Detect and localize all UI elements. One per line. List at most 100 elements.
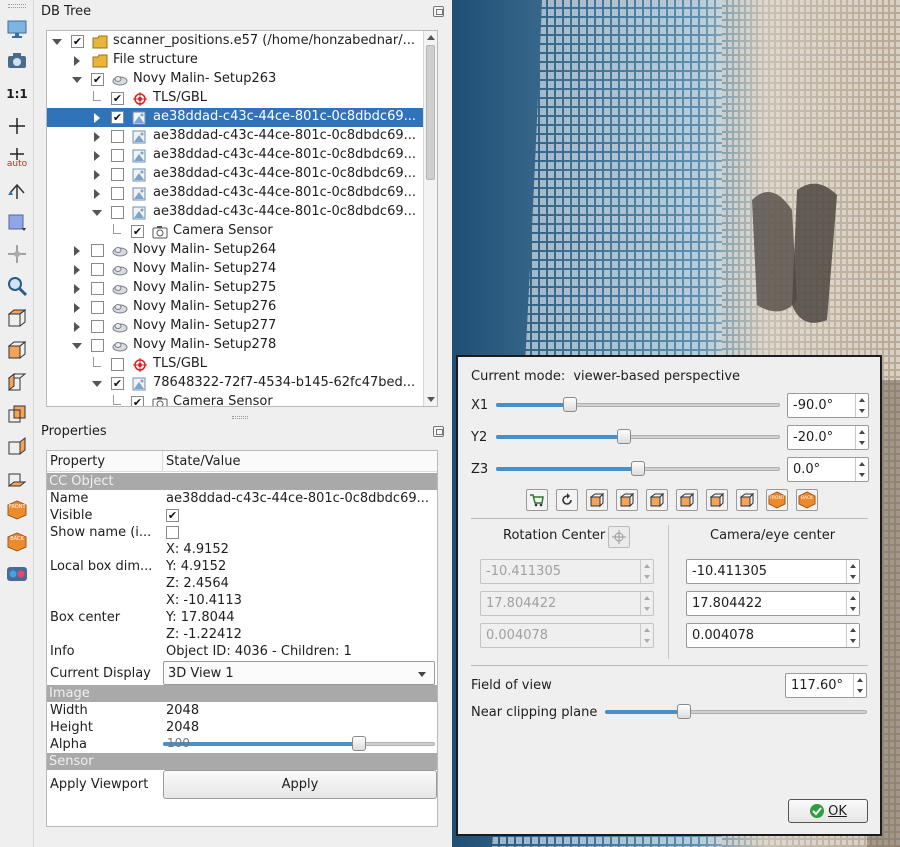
tree-item-checkbox[interactable]: ✔: [111, 92, 124, 105]
splitter-handle[interactable]: [232, 416, 248, 419]
tree-item[interactable]: ✔ 78648322-72f7-4534-b145-62fc47bed...: [47, 374, 423, 393]
camera-center-y[interactable]: 17.804422: [686, 591, 860, 616]
tree-item[interactable]: Novy Malin- Setup264: [47, 241, 423, 260]
tree-item-checkbox[interactable]: [111, 358, 124, 371]
cart-icon[interactable]: [526, 489, 548, 511]
zoom-icon[interactable]: [5, 274, 29, 298]
current-display-select[interactable]: 3D View 1: [163, 661, 435, 685]
alpha-handle[interactable]: [351, 736, 366, 751]
translate-icon[interactable]: [5, 242, 29, 266]
tree-item-checkbox[interactable]: [91, 282, 104, 295]
db-tree-scrollbar[interactable]: [423, 31, 437, 406]
y2-spinbox[interactable]: -20.0°: [787, 425, 869, 450]
cam-x-spin-arrows[interactable]: [846, 560, 859, 583]
view-back-icon[interactable]: [676, 489, 698, 511]
display-icon[interactable]: [5, 17, 29, 41]
ok-button[interactable]: OK: [788, 799, 868, 823]
tree-item-checkbox[interactable]: [111, 130, 124, 143]
visible-checkbox[interactable]: ✔: [166, 509, 179, 522]
z3-spin-arrows[interactable]: [855, 458, 868, 481]
tree-item-checkbox[interactable]: [111, 149, 124, 162]
view-front-icon[interactable]: [616, 489, 638, 511]
tree-item[interactable]: Novy Malin- Setup275: [47, 279, 423, 298]
tree-item[interactable]: ✔ Camera Sensor: [47, 393, 423, 406]
db-tree[interactable]: ✔ scanner_positions.e57 (/home/honzabedna…: [46, 30, 438, 407]
scroll-up-arrow-icon[interactable]: [427, 35, 435, 40]
rotate-icon[interactable]: [5, 178, 29, 202]
tree-item[interactable]: ae38ddad-c43c-44ce-801c-0c8dbdc69...: [47, 184, 423, 203]
tree-item-checkbox[interactable]: ✔: [131, 396, 144, 406]
db-tree-float-button[interactable]: [433, 6, 444, 17]
tree-item[interactable]: Novy Malin- Setup276: [47, 298, 423, 317]
view-front-icon[interactable]: [5, 338, 29, 362]
tree-item-checkbox[interactable]: [111, 168, 124, 181]
fov-spin-arrows[interactable]: [853, 674, 866, 697]
view-bottom-icon[interactable]: [5, 466, 29, 490]
tree-item-checkbox[interactable]: ✔: [111, 111, 124, 124]
apply-button[interactable]: Apply: [163, 770, 437, 799]
view-left-icon[interactable]: [646, 489, 668, 511]
view-back-icon[interactable]: [5, 402, 29, 426]
reset-icon[interactable]: [556, 489, 578, 511]
expand-right-icon[interactable]: [91, 112, 103, 124]
one-to-one-icon[interactable]: 1:1: [5, 82, 29, 106]
x1-slider[interactable]: [496, 397, 780, 413]
tree-item[interactable]: Novy Malin- Setup278: [47, 336, 423, 355]
expand-down-icon[interactable]: [91, 207, 103, 219]
view-front-iso-icon[interactable]: FRONT: [5, 498, 29, 522]
view-right-icon[interactable]: [5, 434, 29, 458]
tree-item[interactable]: ae38ddad-c43c-44ce-801c-0c8dbdc69...: [47, 127, 423, 146]
expand-right-icon[interactable]: [91, 169, 103, 181]
toolbar-grip[interactable]: [8, 4, 26, 8]
tree-item[interactable]: ✔ ae38ddad-c43c-44ce-801c-0c8dbdc69...: [47, 108, 423, 127]
tree-item[interactable]: ✔ Camera Sensor: [47, 222, 423, 241]
x1-handle[interactable]: [562, 397, 577, 412]
tree-item[interactable]: ae38ddad-c43c-44ce-801c-0c8dbdc69...: [47, 203, 423, 222]
expand-down-icon[interactable]: [71, 74, 83, 86]
show-name-checkbox[interactable]: [166, 526, 179, 539]
scroll-down-arrow-icon[interactable]: [427, 397, 435, 402]
tree-item-checkbox[interactable]: [111, 206, 124, 219]
tree-item-checkbox[interactable]: [91, 263, 104, 276]
camera-center-x[interactable]: -10.411305: [686, 559, 860, 584]
expand-right-icon[interactable]: [71, 321, 83, 333]
perspective-icon[interactable]: [5, 210, 29, 234]
tree-item[interactable]: ae38ddad-c43c-44ce-801c-0c8dbdc69...: [47, 165, 423, 184]
view-front-iso-icon[interactable]: FRONT: [766, 489, 788, 511]
z3-handle[interactable]: [631, 461, 645, 476]
expand-right-icon[interactable]: [71, 55, 83, 67]
y2-slider[interactable]: [496, 429, 780, 445]
property-column-header[interactable]: Property: [47, 451, 163, 471]
tree-item[interactable]: File structure: [47, 51, 423, 70]
expand-right-icon[interactable]: [71, 283, 83, 295]
tree-item[interactable]: ae38ddad-c43c-44ce-801c-0c8dbdc69...: [47, 146, 423, 165]
value-column-header[interactable]: State/Value: [163, 451, 437, 471]
tree-item-checkbox[interactable]: [91, 301, 104, 314]
view-left-icon[interactable]: [5, 370, 29, 394]
tree-item-checkbox[interactable]: ✔: [131, 225, 144, 238]
tree-item-checkbox[interactable]: ✔: [111, 377, 124, 390]
expand-right-icon[interactable]: [91, 150, 103, 162]
view-back-iso-icon[interactable]: BACK: [796, 489, 818, 511]
tree-item[interactable]: ✔ Novy Malin- Setup263: [47, 70, 423, 89]
view-right-icon[interactable]: [706, 489, 728, 511]
x1-spin-arrows[interactable]: [855, 394, 868, 417]
near-clipping-slider[interactable]: [605, 704, 867, 720]
pick-rotation-center-button[interactable]: [608, 526, 630, 548]
view-top-icon[interactable]: [586, 489, 608, 511]
cam-y-spin-arrows[interactable]: [846, 592, 859, 615]
tree-item[interactable]: ✔ scanner_positions.e57 (/home/honzabedna…: [47, 32, 423, 51]
tree-item-checkbox[interactable]: [91, 244, 104, 257]
view-top-icon[interactable]: [5, 306, 29, 330]
x1-spinbox[interactable]: -90.0°: [787, 393, 869, 418]
camera-icon[interactable]: [5, 49, 29, 73]
expand-right-icon[interactable]: [91, 131, 103, 143]
tree-item-checkbox[interactable]: [91, 339, 104, 352]
scrollbar-thumb[interactable]: [426, 45, 435, 180]
y2-spin-arrows[interactable]: [855, 426, 868, 449]
camera-center-z[interactable]: 0.004078: [686, 623, 860, 648]
pivot-icon[interactable]: [5, 114, 29, 138]
tree-item[interactable]: ✔ TLS/GBL: [47, 89, 423, 108]
properties-float-button[interactable]: [433, 426, 444, 437]
stereo-glasses-icon[interactable]: [5, 562, 29, 586]
